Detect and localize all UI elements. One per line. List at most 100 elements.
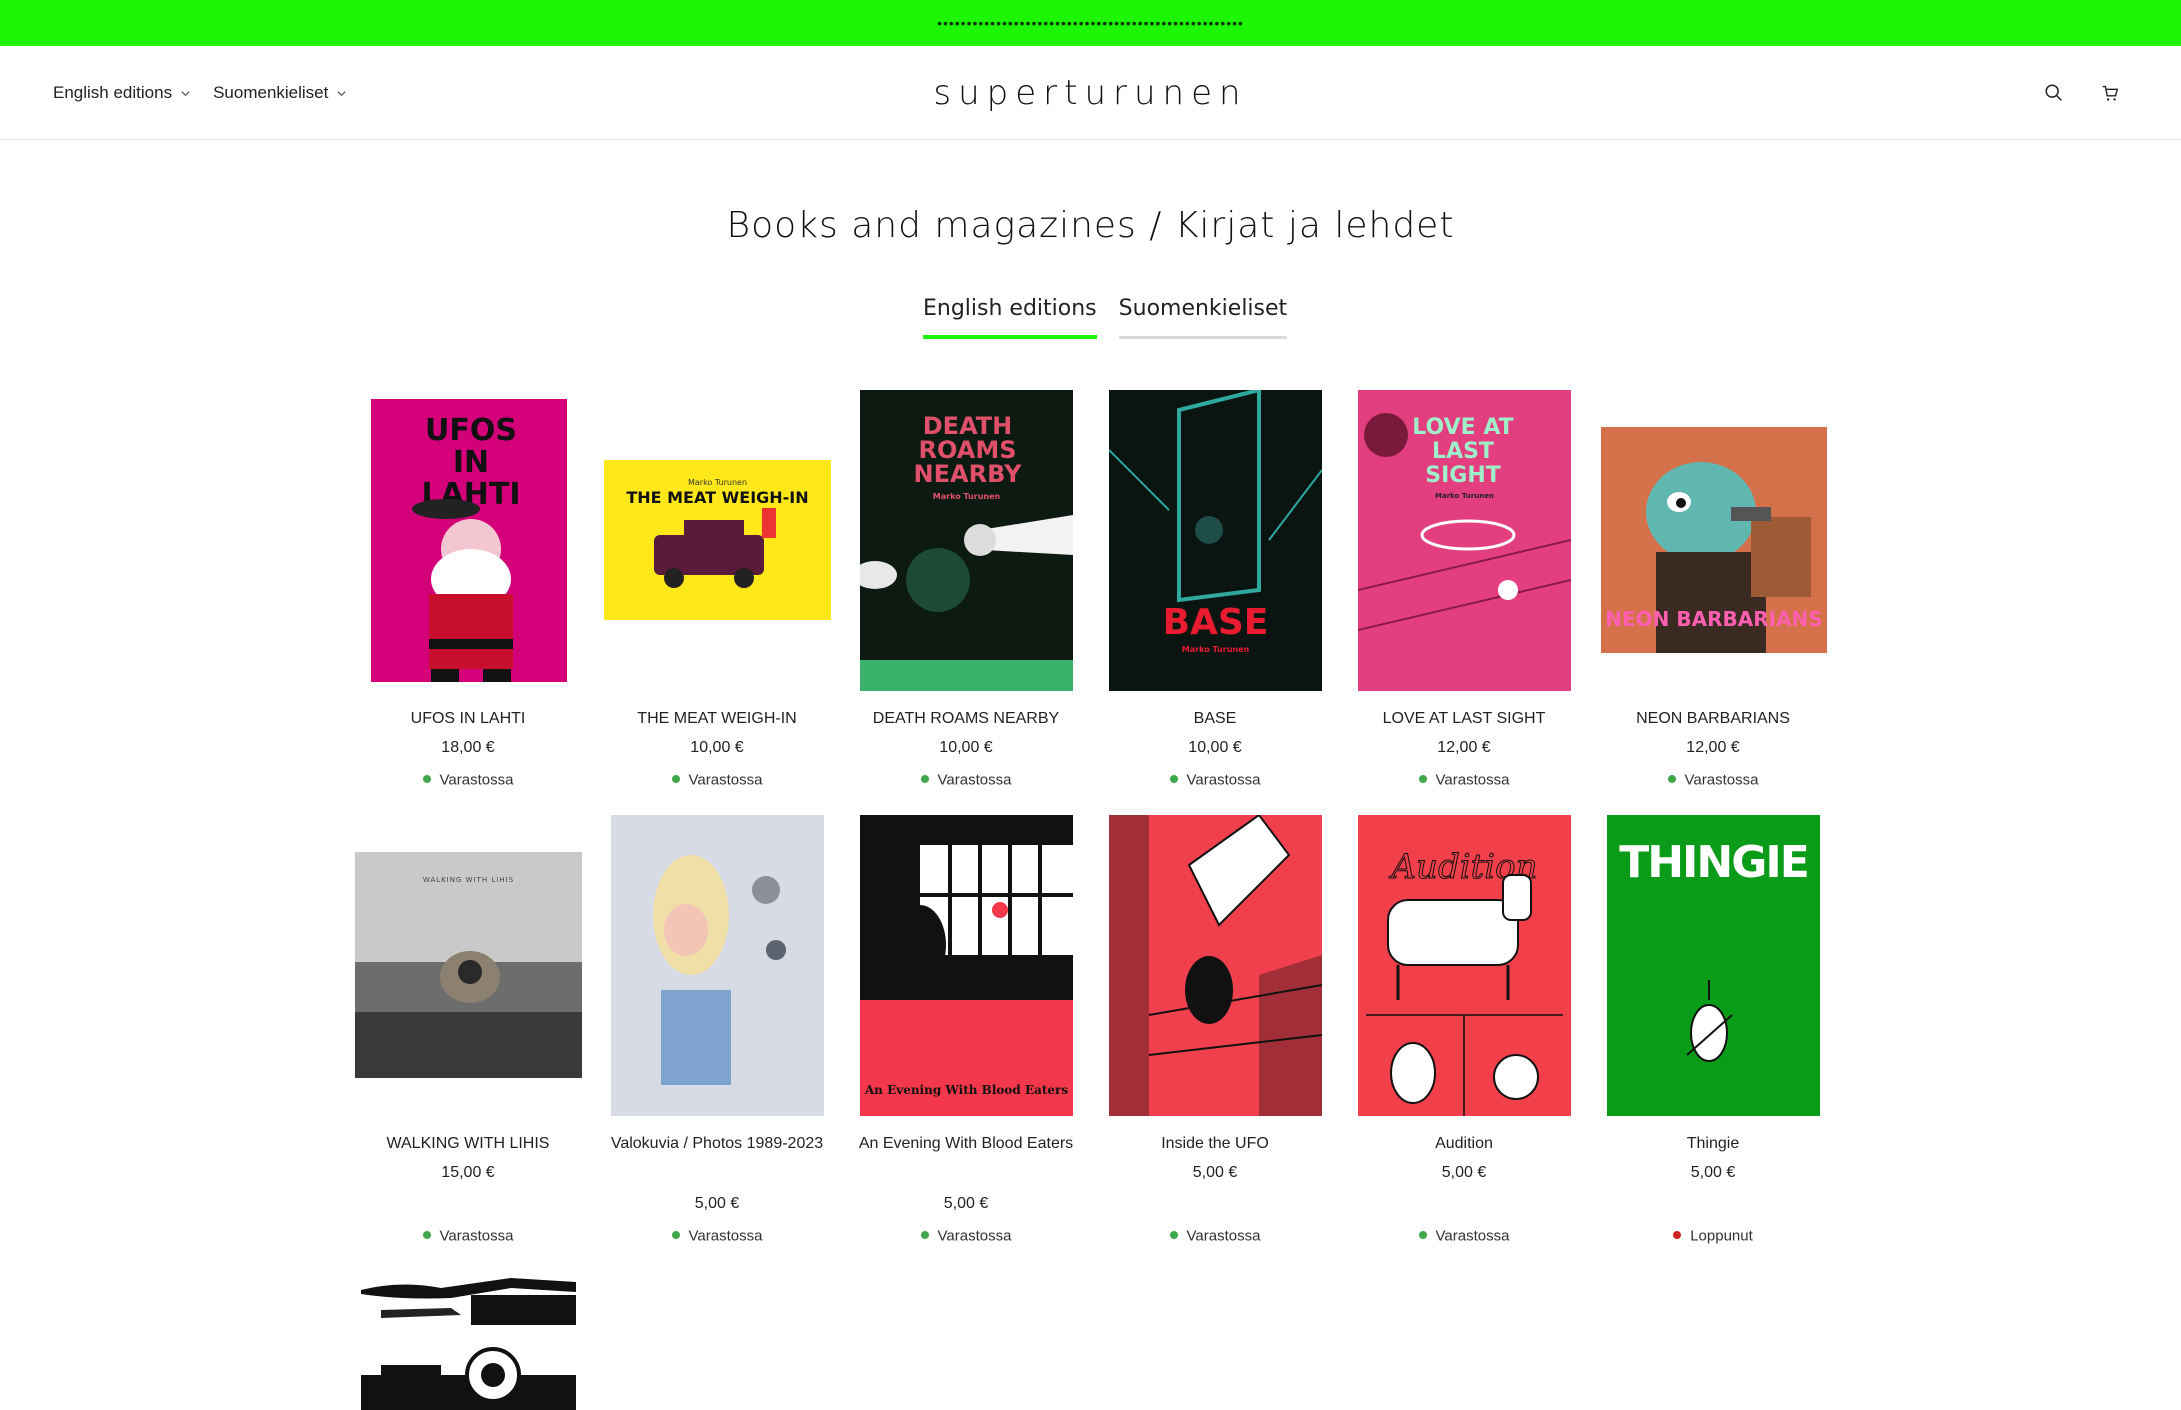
product-title[interactable]: An Evening With Blood Eaters [846, 1132, 1086, 1156]
in-stock-dot-icon [920, 775, 929, 784]
stock-status-label: Varastossa [688, 1227, 763, 1245]
tab-english-editions[interactable]: English editions [923, 296, 1097, 339]
cover-illustration [1366, 874, 1563, 1116]
product-cover-image[interactable]: Marko Turunen THE MEAT WEIGH-IN [604, 460, 831, 620]
stock-status-label: Varastossa [1435, 1227, 1510, 1245]
site-header: English editions Suomenkieliset supertur… [0, 46, 2181, 140]
cover-illustration [1109, 815, 1322, 1116]
site-logo[interactable]: superturunen [0, 46, 2181, 140]
stock-status: Varastossa [358, 771, 578, 789]
header-actions [2043, 46, 2121, 140]
product-price: 10,00 € [1188, 739, 1242, 756]
cover-illustration [412, 499, 513, 682]
stock-status: Varastossa [1603, 771, 1823, 789]
product-cover-image[interactable]: An Evening With Blood Eaters [860, 815, 1073, 1116]
cover-illustration [860, 515, 1073, 691]
stock-status-label: Loppunut [1690, 1227, 1753, 1245]
cover-title-text: BASE [1162, 602, 1269, 643]
product-title[interactable]: Thingie [1593, 1132, 1833, 1156]
cover-author-text: Marko Turunen [1181, 645, 1250, 654]
product-cover-image[interactable] [361, 1270, 576, 1410]
cover-illustration [361, 1278, 576, 1410]
stock-status-label: Varastossa [439, 1227, 514, 1245]
announcement-bar: ••••••••••••••••••••••••••••••••••••••••… [0, 0, 2181, 46]
product-cover-image[interactable]: LOVE AT LAST SIGHT Marko Turunen [1358, 390, 1571, 691]
product-title[interactable]: Audition [1344, 1132, 1584, 1156]
cover-illustration [653, 855, 786, 1085]
sold-out-dot-icon [1673, 1231, 1682, 1240]
product-price: 10,00 € [939, 739, 993, 756]
product-cover-image[interactable]: BASE Marko Turunen [1109, 390, 1322, 691]
product-title[interactable]: NEON BARBARIANS [1593, 707, 1833, 731]
cover-author-text: Marko Turunen [1435, 492, 1494, 500]
announcement-text: ••••••••••••••••••••••••••••••••••••••••… [937, 15, 1244, 31]
stock-status: Loppunut [1603, 1227, 1823, 1245]
product-price: 5,00 € [694, 1195, 740, 1212]
stock-status: Varastossa [1354, 771, 1574, 789]
in-stock-dot-icon [422, 775, 431, 784]
stock-status: Varastossa [358, 1227, 578, 1245]
stock-status-label: Varastossa [1186, 1227, 1261, 1245]
product-price: 12,00 € [1437, 739, 1491, 756]
site-logo-text: superturunen [933, 73, 1248, 113]
cover-illustration [654, 508, 776, 588]
search-icon[interactable] [2043, 82, 2065, 104]
product-title[interactable]: LOVE AT LAST SIGHT [1344, 707, 1584, 731]
in-stock-dot-icon [1418, 1231, 1427, 1240]
product-price: 5,00 € [1441, 1164, 1487, 1181]
stock-status: Varastossa [1105, 771, 1325, 789]
product-title[interactable]: DEATH ROAMS NEARBY [846, 707, 1086, 731]
stock-status-label: Varastossa [439, 771, 514, 789]
stock-status-label: Varastossa [1435, 771, 1510, 789]
cover-title-text: NEON BARBARIANS [1605, 607, 1823, 631]
tab-suomenkieliset[interactable]: Suomenkieliset [1118, 296, 1288, 339]
product-price: 18,00 € [441, 739, 495, 756]
stock-status: Varastossa [1105, 1227, 1325, 1245]
product-cover-image[interactable]: Audition [1358, 815, 1571, 1116]
stock-status: Varastossa [856, 1227, 1076, 1245]
product-price: 10,00 € [690, 739, 744, 756]
product-cover-image[interactable]: NEON BARBARIANS [1601, 427, 1827, 653]
stock-status-label: Varastossa [1186, 771, 1261, 789]
product-price: 12,00 € [1686, 739, 1740, 756]
in-stock-dot-icon [1169, 775, 1178, 784]
product-price: 5,00 € [943, 1195, 989, 1212]
stock-status: Varastossa [607, 1227, 827, 1245]
cover-title-text: An Evening With Blood Eaters [864, 1083, 1069, 1097]
product-title[interactable]: Valokuvia / Photos 1989-2023 [597, 1132, 837, 1156]
product-title[interactable]: WALKING WITH LIHIS [348, 1132, 588, 1156]
product-title[interactable]: BASE [1095, 707, 1335, 731]
stock-status-label: Varastossa [1684, 771, 1759, 789]
in-stock-dot-icon [920, 1231, 929, 1240]
in-stock-dot-icon [1169, 1231, 1178, 1240]
stock-status-label: Varastossa [937, 1227, 1012, 1245]
product-title[interactable]: UFOS IN LAHTI [348, 707, 588, 731]
product-cover-image[interactable] [1109, 815, 1322, 1116]
stock-status: Varastossa [607, 771, 827, 789]
product-price: 15,00 € [441, 1164, 495, 1181]
in-stock-dot-icon [671, 775, 680, 784]
product-cover-image[interactable]: UFOS IN LAHTI [371, 399, 567, 682]
product-title[interactable]: THE MEAT WEIGH-IN [597, 707, 837, 731]
in-stock-dot-icon [422, 1231, 431, 1240]
in-stock-dot-icon [1418, 775, 1427, 784]
product-cover-image[interactable]: DEATH ROAMS NEARBY Marko Turunen [860, 390, 1073, 691]
in-stock-dot-icon [671, 1231, 680, 1240]
product-price: 5,00 € [1690, 1164, 1736, 1181]
stock-status-label: Varastossa [937, 771, 1012, 789]
cover-illustration [355, 951, 582, 1078]
cover-title-text: LOVE AT LAST SIGHT [1412, 415, 1514, 488]
product-cover-image[interactable] [611, 815, 824, 1116]
collection-tabs: English editions Suomenkieliset [923, 296, 1288, 339]
cart-icon[interactable] [2099, 82, 2121, 104]
stock-status-label: Varastossa [688, 771, 763, 789]
stock-status: Varastossa [1354, 1227, 1574, 1245]
page-title: Books and magazines / Kirjat ja lehdet [726, 205, 1455, 246]
product-price: 5,00 € [1192, 1164, 1238, 1181]
cover-illustration [860, 845, 1073, 1116]
in-stock-dot-icon [1667, 775, 1676, 784]
product-cover-image[interactable]: THINGIE [1607, 815, 1820, 1116]
product-title[interactable]: Inside the UFO [1095, 1132, 1335, 1156]
product-cover-image[interactable]: WALKING WITH LIHIS [355, 852, 582, 1078]
stock-status: Varastossa [856, 771, 1076, 789]
